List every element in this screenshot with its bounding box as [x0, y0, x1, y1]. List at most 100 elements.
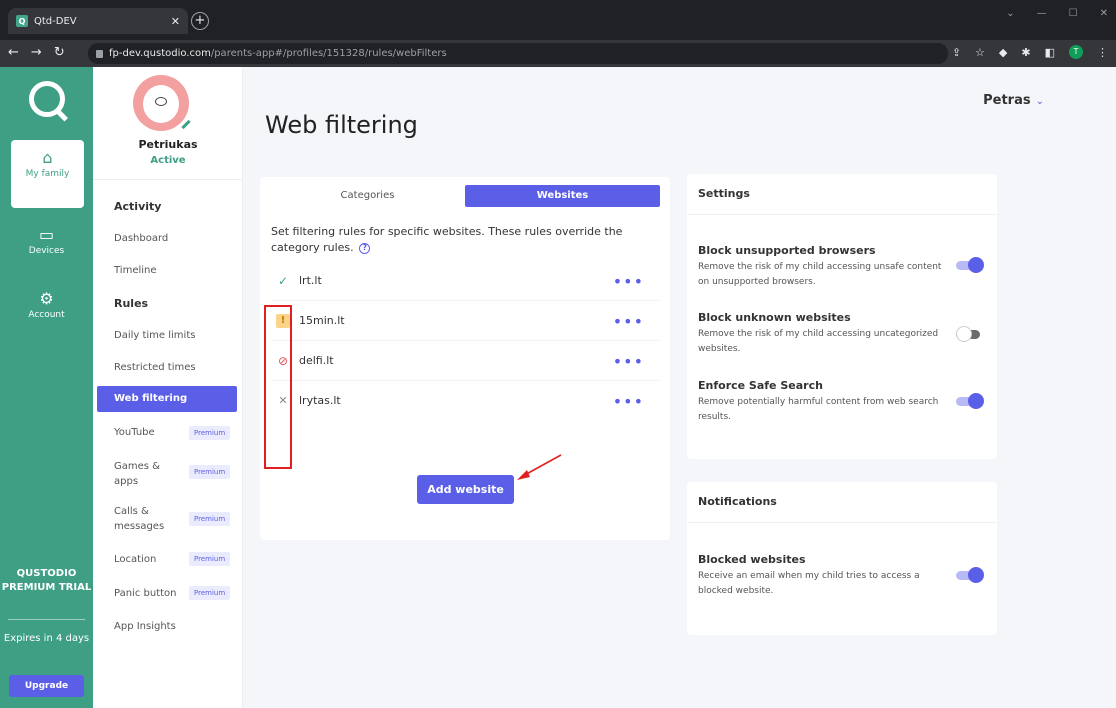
child-status: Active [150, 155, 186, 166]
url-path: /parents-app#/profiles/151328/rules/webF… [210, 48, 447, 59]
setting-desc: Remove the risk of my child accessing un… [698, 329, 939, 354]
more-options-icon[interactable]: ••• [613, 352, 644, 371]
setting-title: Block unsupported browsers [698, 244, 876, 257]
forward-icon[interactable]: → [31, 45, 42, 60]
sidebar-item-timeline[interactable]: Timeline [114, 265, 157, 276]
website-name: delfi.lt [299, 354, 334, 367]
sidebar-item-games-apps[interactable]: Games & apps [114, 459, 174, 489]
setting-title: Block unknown websites [698, 311, 851, 324]
help-icon[interactable]: ? [359, 242, 371, 254]
chevron-down-icon[interactable]: ⌄ [1006, 8, 1014, 19]
setting-blocked-websites: Blocked websites Receive an email when m… [698, 553, 978, 599]
sidebar-item-youtube[interactable]: YouTube [114, 427, 155, 438]
toggle-safe-search[interactable] [956, 393, 986, 409]
rail-account[interactable]: ⚙ Account [0, 289, 93, 320]
setting-block-unknown: Block unknown websites Remove the risk o… [698, 311, 978, 357]
home-icon: ⌂ [42, 148, 53, 167]
extension-icon[interactable]: ◆ [999, 46, 1007, 59]
settings-heading: Settings [698, 187, 750, 200]
puzzle-icon[interactable]: ✱ [1021, 46, 1030, 59]
new-tab-button[interactable]: + [191, 12, 209, 30]
website-row[interactable]: ! 15min.lt ••• [271, 301, 659, 341]
settings-card: Settings Block unsupported browsers Remo… [687, 174, 997, 459]
divider [687, 214, 997, 215]
qustodio-favicon-icon: Q [16, 15, 28, 27]
upgrade-button[interactable]: Upgrade [9, 675, 84, 697]
activity-heading: Activity [114, 200, 162, 213]
gear-icon: ⚙ [39, 289, 54, 308]
divider [687, 522, 997, 523]
sidepanel-icon[interactable]: ◧ [1045, 46, 1055, 59]
premium-badge: Premium [189, 426, 231, 440]
divider [93, 179, 243, 180]
profile-avatar[interactable]: T [1069, 45, 1083, 59]
browser-toolbar: ← → ↻ fp-dev.qustodio.com/parents-app#/p… [0, 40, 1116, 67]
premium-badge: Premium [189, 465, 231, 479]
trial-label: QUSTODIO PREMIUM TRIAL [1, 568, 92, 593]
minimize-icon[interactable]: — [1037, 8, 1047, 19]
tab-title: Qtd-DEV [34, 15, 77, 27]
setting-safe-search: Enforce Safe Search Remove potentially h… [698, 379, 978, 425]
back-icon[interactable]: ← [8, 45, 19, 60]
profile-sidebar: Petriukas Active Activity Dashboard Time… [93, 67, 243, 708]
setting-desc: Remove the risk of my child accessing un… [698, 262, 942, 287]
more-options-icon[interactable]: ••• [613, 272, 644, 291]
devices-icon: ▭ [38, 225, 55, 244]
browser-tab[interactable]: Q Qtd-DEV ✕ [8, 8, 188, 34]
website-name: lrt.lt [299, 274, 322, 287]
setting-block-unsupported: Block unsupported browsers Remove the ri… [698, 244, 978, 290]
user-menu[interactable]: Petras ⌄ [983, 93, 1044, 108]
rail-label: My family [25, 169, 70, 179]
chevron-down-icon: ⌄ [1035, 96, 1044, 107]
menu-icon[interactable]: ⋮ [1097, 46, 1108, 59]
tab-websites[interactable]: Websites [465, 185, 660, 207]
main-content: Web filtering Petras ⌄ Categories Website… [243, 67, 1116, 708]
lock-icon [96, 49, 103, 58]
rules-heading: Rules [114, 297, 149, 310]
address-bar[interactable]: fp-dev.qustodio.com/parents-app#/profile… [88, 43, 948, 64]
premium-badge: Premium [189, 586, 231, 600]
add-website-button[interactable]: Add website [417, 475, 514, 504]
website-row[interactable]: ✕ lrytas.lt ••• [271, 381, 659, 421]
sidebar-item-app-insights[interactable]: App Insights [114, 621, 176, 632]
sidebar-item-location[interactable]: Location [114, 554, 156, 565]
close-icon[interactable]: ✕ [171, 15, 180, 28]
setting-desc: Remove potentially harmful content from … [698, 397, 939, 422]
setting-desc: Receive an email when my child tries to … [698, 571, 920, 596]
toggle-blocked-websites[interactable] [956, 567, 986, 583]
sidebar-item-web-filtering[interactable]: Web filtering [97, 386, 237, 412]
more-options-icon[interactable]: ••• [613, 392, 644, 411]
qustodio-logo[interactable] [29, 81, 65, 117]
sidebar-item-daily-time-limits[interactable]: Daily time limits [114, 330, 195, 341]
star-icon[interactable]: ☆ [975, 46, 985, 59]
sidebar-item-restricted-times[interactable]: Restricted times [114, 362, 196, 373]
close-window-icon[interactable]: ✕ [1100, 8, 1108, 19]
intro-copy: Set filtering rules for specific website… [271, 225, 623, 254]
page-title: Web filtering [265, 111, 418, 139]
maximize-icon[interactable]: ☐ [1069, 8, 1078, 19]
rail-my-family[interactable]: ⌂ My family [11, 140, 84, 208]
website-row[interactable]: ✓ lrt.lt ••• [271, 261, 659, 301]
trial-expiry: Expires in 4 days [3, 633, 90, 644]
more-options-icon[interactable]: ••• [613, 312, 644, 331]
tab-categories[interactable]: Categories [270, 185, 465, 207]
toggle-block-unknown[interactable] [956, 326, 986, 342]
browser-tabstrip: Q Qtd-DEV ✕ + ⌄ — ☐ ✕ [0, 0, 1116, 40]
reload-icon[interactable]: ↻ [54, 45, 65, 60]
sidebar-item-calls-messages[interactable]: Calls & messages [114, 504, 174, 534]
sidebar-item-panic-button[interactable]: Panic button [114, 588, 177, 599]
filter-tabs: Categories Websites [270, 185, 660, 207]
website-row[interactable]: ⊘ delfi.lt ••• [271, 341, 659, 381]
divider [8, 619, 85, 620]
annotation-highlight-box [264, 305, 292, 469]
avatar[interactable] [133, 75, 189, 131]
pig-snout [155, 97, 167, 106]
rail-devices[interactable]: ▭ Devices [0, 225, 93, 256]
toggle-block-unsupported[interactable] [956, 257, 986, 273]
sidebar-item-dashboard[interactable]: Dashboard [114, 233, 168, 244]
share-icon[interactable]: ⇪ [952, 46, 961, 59]
setting-title: Blocked websites [698, 553, 806, 566]
user-name: Petras [983, 93, 1031, 108]
edit-pencil-icon[interactable] [181, 119, 191, 130]
premium-badge: Premium [189, 552, 231, 566]
